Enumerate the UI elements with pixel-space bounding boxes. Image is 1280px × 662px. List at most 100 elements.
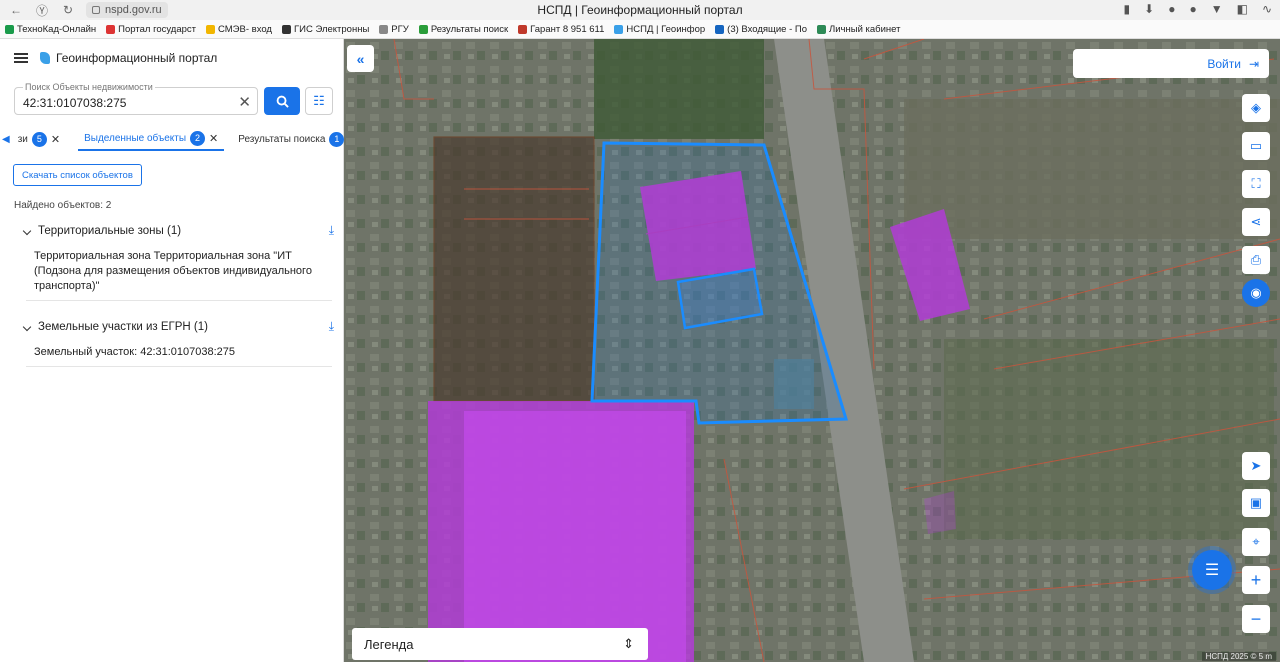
select-area-button[interactable]: ⛶ — [1242, 170, 1270, 198]
zoom-out-button[interactable]: − — [1242, 605, 1270, 633]
bookmark-item[interactable]: (3) Входящие - По — [710, 24, 812, 35]
favicon-icon — [614, 24, 624, 34]
layers-icon: ◈ — [1251, 100, 1261, 115]
favicon-icon — [106, 24, 116, 34]
download-icon[interactable]: ⤓ — [329, 223, 334, 238]
chat-button[interactable]: ☰ — [1192, 550, 1232, 590]
filter-button[interactable]: ☷ — [305, 87, 333, 115]
group-land-plots[interactable]: Земельные участки из ЕГРН (1) ⤓ — [22, 319, 334, 334]
logo-icon — [40, 52, 50, 64]
legend-dropdown[interactable]: Легенда ⇕ — [352, 628, 648, 660]
search-button[interactable] — [264, 87, 300, 115]
found-count: Найдено объектов: 2 — [14, 200, 112, 211]
share-button[interactable]: ⋖ — [1242, 208, 1270, 236]
window-title: НСПД | Геоинформационный портал — [537, 3, 743, 17]
browser-actions: ▮ ⬇ ● ● ▼ ◧ ∿ — [1124, 2, 1272, 16]
bookmark-icon[interactable]: ▮ — [1124, 2, 1131, 16]
select-area-icon: ⛶ — [1251, 176, 1261, 191]
ruler-icon: ▭ — [1249, 138, 1263, 153]
tab-badge: 5 — [31, 131, 47, 147]
minimap-button[interactable]: ▣ — [1242, 489, 1270, 517]
extension-icon-3[interactable]: ◧ — [1237, 2, 1248, 16]
locate-button[interactable]: ➤ — [1242, 452, 1270, 480]
login-icon: ⇥ — [1248, 56, 1259, 71]
tab-zones[interactable]: зи 5 ✕ — [12, 127, 66, 151]
tab-selected-objects[interactable]: Выделенные объекты 2 ✕ — [78, 127, 225, 151]
bookmark-item[interactable]: Портал государст — [101, 24, 201, 35]
favicon-icon — [817, 24, 827, 34]
pocket-icon[interactable]: ▼ — [1211, 2, 1223, 16]
list-item[interactable]: Земельный участок: 42:31:0107038:275 — [26, 345, 332, 367]
tab-search-results[interactable]: Результаты поиска 1 — [232, 127, 344, 151]
double-chevron-left-icon: « — [356, 50, 365, 67]
list-item[interactable]: Территориальная зона Территориальная зон… — [26, 249, 332, 301]
reload-icon[interactable]: ↻ — [58, 0, 78, 20]
bookmark-item[interactable]: Личный кабинет — [812, 24, 905, 35]
login-button[interactable]: Войти ⇥ — [1073, 49, 1269, 78]
address-bar[interactable]: nspd.gov.ru — [86, 2, 168, 18]
assistant-button[interactable]: ◉ — [1242, 279, 1270, 307]
extension-icon-2[interactable]: ● — [1189, 2, 1196, 16]
plus-icon: + — [1250, 569, 1262, 590]
favicon-icon — [206, 24, 216, 34]
favicon-icon — [379, 24, 389, 34]
close-icon[interactable]: ✕ — [51, 133, 60, 146]
search-input[interactable]: 42:31:0107038:275 — [23, 96, 249, 110]
navigation-arrow-icon: ➤ — [1250, 458, 1262, 473]
favicon-icon — [518, 24, 528, 34]
downloads-icon[interactable]: ⬇ — [1144, 2, 1154, 16]
menu-icon[interactable] — [14, 53, 28, 63]
minus-icon: − — [1250, 608, 1262, 629]
close-icon[interactable]: ✕ — [209, 132, 218, 145]
measure-button[interactable]: ▭ — [1242, 132, 1270, 160]
tab-badge: 2 — [190, 130, 206, 146]
chat-icon: ☰ — [1204, 562, 1220, 579]
share-icon: ⋖ — [1250, 214, 1262, 229]
download-icon[interactable]: ⤓ — [329, 319, 334, 334]
bookmark-item[interactable]: СМЭВ- вход — [201, 24, 277, 35]
bookmark-item[interactable]: Результаты поиск — [414, 24, 513, 35]
yandex-icon[interactable]: Ⓨ — [32, 0, 52, 20]
search-icon — [276, 95, 289, 108]
favicon-icon — [715, 24, 725, 34]
favicon-icon — [5, 24, 14, 34]
print-button[interactable]: ⎙ — [1242, 246, 1270, 274]
printer-icon: ⎙ — [1250, 252, 1262, 267]
tabs-bar: ◀ зи 5 ✕ Выделенные объекты 2 ✕ Результа… — [0, 127, 344, 151]
search-field[interactable]: Поиск Объекты недвижимости 42:31:0107038… — [14, 82, 258, 115]
favicon-icon — [418, 24, 428, 34]
chevron-updown-icon: ⇕ — [623, 636, 634, 651]
bookmarks-bar: ТехноКад-Онлайн Портал государст СМЭВ- вхо… — [0, 20, 1280, 39]
geolocation-button[interactable]: ⌖ — [1242, 528, 1270, 556]
bookmark-item[interactable]: ТехноКад-Онлайн — [0, 24, 101, 35]
collapse-panel-button[interactable]: « — [347, 45, 374, 72]
extension-icon-4[interactable]: ∿ — [1262, 2, 1272, 16]
minimap-icon: ▣ — [1249, 495, 1263, 510]
bookmark-item[interactable]: ГИС Электронны — [277, 24, 374, 35]
group-territorial-zones[interactable]: Территориальные зоны (1) ⤓ — [22, 223, 334, 238]
side-panel: Геоинформационный портал Поиск Объекты н… — [0, 39, 344, 662]
filter-icon: ☷ — [313, 93, 325, 108]
extension-icon[interactable]: ● — [1168, 2, 1175, 16]
portal-logo[interactable]: Геоинформационный портал — [40, 51, 217, 65]
zoom-in-button[interactable]: + — [1242, 566, 1270, 594]
bookmark-item[interactable]: НСПД | Геоинфор — [609, 24, 710, 35]
map-canvas[interactable] — [344, 39, 1280, 662]
download-list-button[interactable]: Скачать список объектов — [13, 164, 142, 186]
clear-icon[interactable]: ✕ — [238, 93, 251, 111]
assistant-icon: ◉ — [1250, 285, 1262, 300]
chevron-down-icon — [22, 226, 32, 235]
tabs-scroll-left-icon[interactable]: ◀ — [0, 134, 12, 145]
panel-header: Геоинформационный портал — [0, 39, 343, 77]
chevron-down-icon — [22, 322, 32, 331]
map-view[interactable]: « Войти ⇥ ◈ ▭ ⛶ ⋖ ⎙ ◉ ➤ ▣ ⌖ ☰ + − Легенд… — [344, 39, 1280, 662]
layers-button[interactable]: ◈ — [1242, 94, 1270, 122]
bookmark-item[interactable]: Гарант 8 951 611 — [513, 24, 609, 35]
lock-icon — [92, 6, 100, 14]
tab-badge: 1 — [329, 131, 344, 147]
map-attribution: НСПД 2025 © 5 m — [1201, 652, 1276, 661]
location-pin-icon: ⌖ — [1252, 534, 1260, 549]
back-icon[interactable]: ← — [6, 0, 26, 20]
favicon-icon — [281, 24, 291, 34]
bookmark-item[interactable]: РГУ — [374, 24, 414, 35]
